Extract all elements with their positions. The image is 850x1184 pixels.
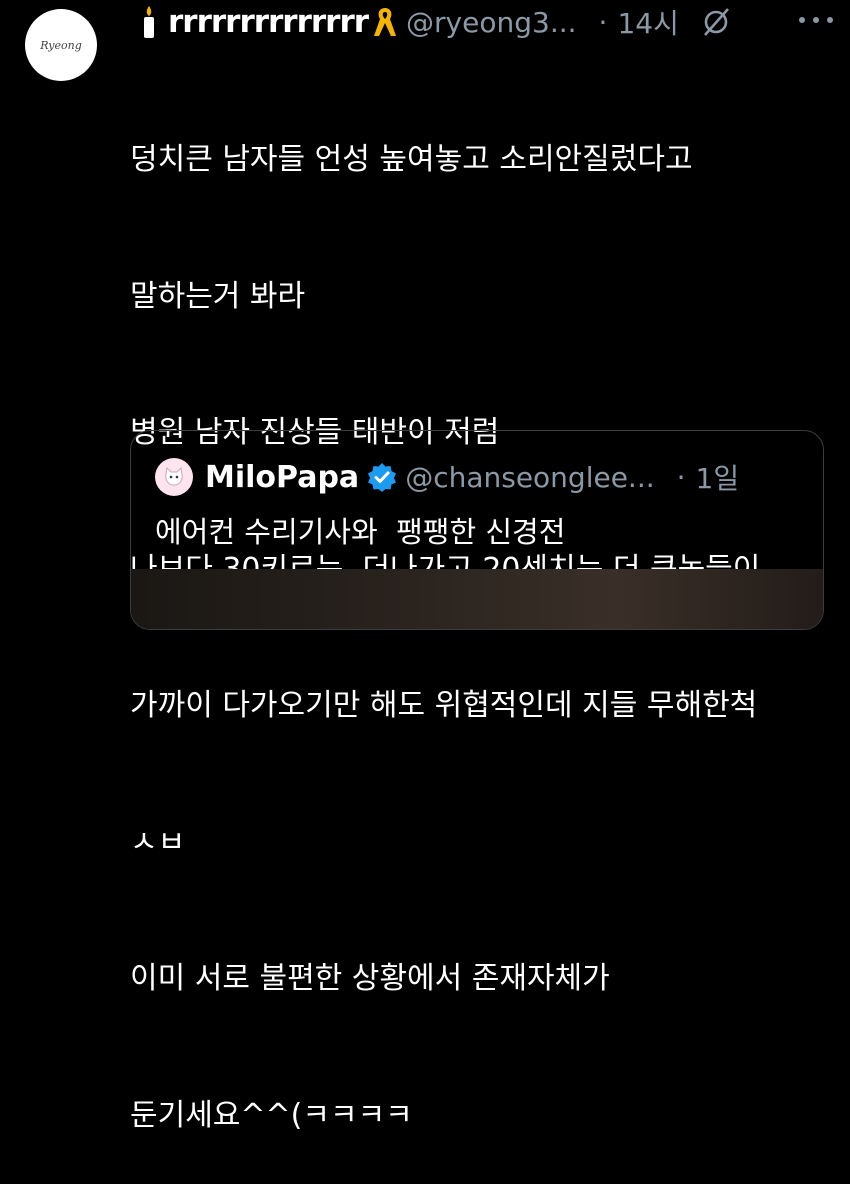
separator-dot: ·: [676, 460, 686, 494]
author-handle[interactable]: @ryeong3...: [406, 6, 576, 39]
tweet-line: 가까이 다가오기만 해도 위협적인데 지들 무해한척: [130, 688, 758, 723]
mute-icon: [703, 8, 729, 36]
quoted-handle[interactable]: @chanseonglee...: [405, 461, 654, 494]
quoted-display-name[interactable]: MiloPapa: [205, 460, 359, 495]
quoted-tweet-text: 에어컨 수리기사와 팽팽한 신경전: [155, 515, 566, 549]
quoted-tweet-header: MiloPapa @chanseonglee... · 1일: [155, 455, 813, 499]
tweet-timestamp[interactable]: 14시: [617, 2, 678, 42]
author-avatar[interactable]: Ryeong: [25, 9, 97, 81]
separator-dot: ·: [598, 5, 608, 39]
quoted-timestamp[interactable]: 1일: [696, 457, 740, 497]
tweet-line: 이미 서로 불편한 상황에서 존재자체가: [130, 961, 610, 996]
quoted-tweet[interactable]: MiloPapa @chanseonglee... · 1일 에어컨 수리기사와…: [130, 430, 824, 630]
verified-badge-icon: [368, 463, 397, 492]
tweet-line: 말하는거 봐라: [130, 278, 306, 314]
quoted-author-avatar[interactable]: [155, 458, 193, 496]
tweet-line: 둔기세요^^(ㅋㅋㅋㅋ: [130, 1097, 413, 1133]
candle-icon: [144, 6, 154, 38]
tweet-line: ㅅㅂ: [130, 824, 186, 860]
cat-face-icon: [165, 466, 183, 486]
quoted-media-thumbnail[interactable]: [131, 569, 823, 629]
yellow-ribbon-icon: [374, 8, 397, 36]
tweet-header: rrrrrrrrrrrrrr @ryeong3... · 14시: [140, 2, 850, 42]
avatar-logo-text: Ryeong: [40, 38, 82, 52]
tweet-line: 덩치큰 남자들 언성 높여놓고 소리안질렀다고: [130, 142, 693, 177]
author-display-name[interactable]: rrrrrrrrrrrrrr: [168, 4, 369, 40]
more-options-icon[interactable]: [796, 10, 836, 30]
